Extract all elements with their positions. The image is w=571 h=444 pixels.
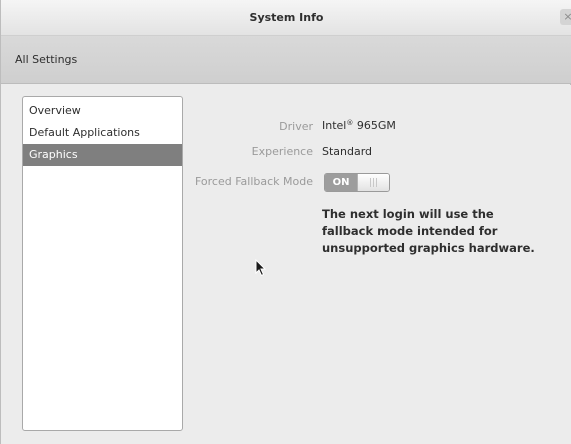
toggle-on-label: ON <box>325 174 357 191</box>
experience-value: Standard <box>322 145 373 158</box>
knob-grip <box>376 178 377 187</box>
titlebar[interactable]: System Info × <box>1 0 571 36</box>
driver-brand: Intel <box>322 119 347 132</box>
sidebar-item-graphics[interactable]: Graphics <box>23 144 182 166</box>
toggle-knob[interactable] <box>357 174 389 191</box>
window-title: System Info <box>249 11 324 24</box>
forced-fallback-toggle[interactable]: ON <box>324 173 390 192</box>
driver-label: Driver <box>279 120 313 133</box>
sidebar-item-default-applications[interactable]: Default Applications <box>23 122 182 144</box>
sidebar-item-overview[interactable]: Overview <box>23 100 182 122</box>
driver-value: Intel® 965GM <box>322 119 396 132</box>
all-settings-button[interactable]: All Settings <box>15 53 77 66</box>
close-icon[interactable]: × <box>560 9 571 25</box>
knob-grip <box>373 178 374 187</box>
knob-grip <box>370 178 371 187</box>
system-info-window: System Info × All Settings Overview Defa… <box>0 0 571 444</box>
driver-model: 965GM <box>353 119 396 132</box>
mouse-pointer-icon <box>255 259 267 277</box>
fallback-note: The next login will use the fallback mod… <box>322 207 535 255</box>
sidebar-list: Overview Default Applications Graphics <box>22 96 183 431</box>
toolbar: All Settings <box>1 36 571 84</box>
experience-label: Experience <box>251 145 313 158</box>
forced-fallback-label: Forced Fallback Mode <box>194 175 313 188</box>
content-area: Overview Default Applications Graphics D… <box>1 85 571 444</box>
